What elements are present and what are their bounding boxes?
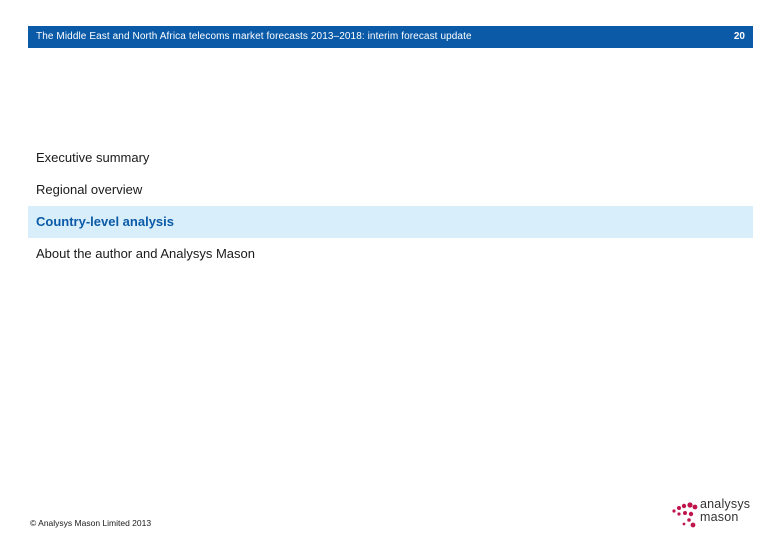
agenda-item-about-the-author: About the author and Analysys Mason	[36, 246, 255, 261]
analysys-mason-logo-icon	[672, 502, 698, 528]
header-bar: The Middle East and North Africa telecom…	[28, 26, 753, 48]
agenda-item-country-level-analysis: Country-level analysis	[28, 206, 753, 238]
agenda-item-executive-summary: Executive summary	[36, 150, 150, 165]
logo-word-mason: mason	[700, 510, 739, 524]
analysys-mason-logo: analysys mason	[670, 498, 760, 532]
slide-page: The Middle East and North Africa telecom…	[0, 0, 780, 540]
page-title: The Middle East and North Africa telecom…	[36, 31, 472, 42]
logo-wordmark: analysys mason	[700, 498, 760, 524]
page-number: 20	[733, 31, 745, 42]
copyright-notice: © Analysys Mason Limited 2013	[30, 518, 152, 528]
agenda-list: Executive summary Regional overview Coun…	[28, 142, 753, 270]
agenda-item-regional-overview: Regional overview	[36, 182, 143, 197]
